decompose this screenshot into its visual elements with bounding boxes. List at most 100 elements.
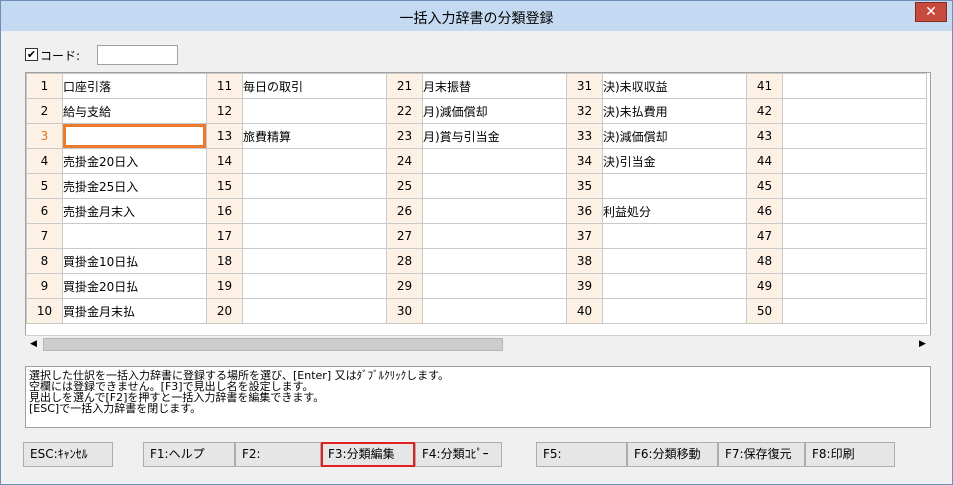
category-number[interactable]: 40 (566, 298, 603, 324)
category-name-cell[interactable]: 決)引当金 (602, 148, 747, 174)
category-number[interactable]: 36 (566, 198, 603, 224)
category-name-cell[interactable] (242, 148, 387, 174)
category-name-cell[interactable] (782, 123, 927, 149)
category-name-cell[interactable]: 月)賞与引当金 (422, 123, 567, 149)
category-number[interactable]: 50 (746, 298, 783, 324)
category-number[interactable]: 12 (206, 98, 243, 124)
category-name-cell[interactable]: 売掛金25日入 (62, 173, 207, 199)
code-checkbox[interactable]: ✔ (25, 48, 38, 61)
category-name-editor[interactable] (62, 123, 207, 149)
category-number[interactable]: 21 (386, 73, 423, 99)
category-name-cell[interactable] (602, 173, 747, 199)
category-number[interactable]: 28 (386, 248, 423, 274)
category-name-cell[interactable]: 毎日の取引 (242, 73, 387, 99)
category-name-cell[interactable]: 口座引落 (62, 73, 207, 99)
category-name-cell[interactable] (782, 98, 927, 124)
category-name-cell[interactable]: 買掛金10日払 (62, 248, 207, 274)
category-name-cell[interactable] (62, 223, 207, 249)
category-number[interactable]: 31 (566, 73, 603, 99)
category-number[interactable]: 47 (746, 223, 783, 249)
category-number[interactable]: 17 (206, 223, 243, 249)
category-number[interactable]: 19 (206, 273, 243, 299)
category-number[interactable]: 43 (746, 123, 783, 149)
category-number[interactable]: 3 (26, 123, 63, 149)
category-number[interactable]: 48 (746, 248, 783, 274)
category-number[interactable]: 5 (26, 173, 63, 199)
category-number[interactable]: 26 (386, 198, 423, 224)
category-name-cell[interactable]: 月末振替 (422, 73, 567, 99)
f8-print-button[interactable]: F8:印刷 (805, 442, 895, 467)
category-number[interactable]: 41 (746, 73, 783, 99)
category-name-cell[interactable] (782, 73, 927, 99)
category-name-cell[interactable] (602, 223, 747, 249)
category-name-cell[interactable] (782, 273, 927, 299)
category-number[interactable]: 30 (386, 298, 423, 324)
category-number[interactable]: 35 (566, 173, 603, 199)
category-number[interactable]: 39 (566, 273, 603, 299)
category-name-cell[interactable]: 決)未収収益 (602, 73, 747, 99)
category-number[interactable]: 37 (566, 223, 603, 249)
esc-cancel-button[interactable]: ESC:ｷｬﾝｾﾙ (23, 442, 113, 467)
scroll-right-button[interactable]: ▶ (914, 336, 931, 353)
category-number[interactable]: 11 (206, 73, 243, 99)
category-number[interactable]: 22 (386, 98, 423, 124)
category-name-cell[interactable] (422, 223, 567, 249)
category-number[interactable]: 6 (26, 198, 63, 224)
category-number[interactable]: 18 (206, 248, 243, 274)
category-number[interactable]: 27 (386, 223, 423, 249)
category-name-cell[interactable] (242, 248, 387, 274)
f4-category-copy-button[interactable]: F4:分類ｺﾋﾟｰ (415, 442, 502, 467)
category-name-cell[interactable]: 売掛金月末入 (62, 198, 207, 224)
category-name-cell[interactable] (782, 148, 927, 174)
category-number[interactable]: 16 (206, 198, 243, 224)
category-name-cell[interactable] (242, 173, 387, 199)
category-name-cell[interactable]: 買掛金20日払 (62, 273, 207, 299)
category-number[interactable]: 33 (566, 123, 603, 149)
category-number[interactable]: 32 (566, 98, 603, 124)
category-name-cell[interactable] (422, 148, 567, 174)
category-name-cell[interactable]: 利益処分 (602, 198, 747, 224)
category-number[interactable]: 7 (26, 223, 63, 249)
category-name-cell[interactable] (422, 173, 567, 199)
category-number[interactable]: 9 (26, 273, 63, 299)
category-name-cell[interactable] (242, 98, 387, 124)
category-number[interactable]: 20 (206, 298, 243, 324)
category-number[interactable]: 44 (746, 148, 783, 174)
category-name-cell[interactable] (782, 248, 927, 274)
category-number[interactable]: 42 (746, 98, 783, 124)
close-button[interactable]: ✕ (915, 2, 947, 22)
category-name-cell[interactable] (242, 298, 387, 324)
category-name-cell[interactable] (422, 298, 567, 324)
horizontal-scrollbar[interactable]: ◀ ▶ (25, 335, 931, 353)
category-number[interactable]: 45 (746, 173, 783, 199)
category-name-cell[interactable] (602, 298, 747, 324)
title-bar[interactable]: 一括入力辞書の分類登録 ✕ (1, 1, 952, 31)
category-name-cell[interactable]: 決)減価償却 (602, 123, 747, 149)
category-number[interactable]: 14 (206, 148, 243, 174)
category-number[interactable]: 29 (386, 273, 423, 299)
category-number[interactable]: 38 (566, 248, 603, 274)
category-number[interactable]: 13 (206, 123, 243, 149)
category-name-cell[interactable]: 売掛金20日入 (62, 148, 207, 174)
category-number[interactable]: 24 (386, 148, 423, 174)
category-name-cell[interactable] (422, 273, 567, 299)
category-name-cell[interactable] (422, 198, 567, 224)
f3-category-edit-button[interactable]: F3:分類編集 (321, 442, 415, 467)
category-number[interactable]: 23 (386, 123, 423, 149)
category-number[interactable]: 1 (26, 73, 63, 99)
category-name-cell[interactable]: 決)未払費用 (602, 98, 747, 124)
category-name-cell[interactable]: 旅費精算 (242, 123, 387, 149)
category-name-cell[interactable]: 給与支給 (62, 98, 207, 124)
category-name-cell[interactable] (602, 248, 747, 274)
category-number[interactable]: 49 (746, 273, 783, 299)
category-number[interactable]: 2 (26, 98, 63, 124)
category-name-cell[interactable] (782, 173, 927, 199)
scroll-left-button[interactable]: ◀ (25, 336, 42, 353)
f6-category-move-button[interactable]: F6:分類移動 (627, 442, 718, 467)
f5-button[interactable]: F5: (536, 442, 627, 467)
scroll-thumb[interactable] (43, 338, 503, 351)
category-number[interactable]: 34 (566, 148, 603, 174)
category-name-cell[interactable] (782, 223, 927, 249)
category-name-cell[interactable] (782, 298, 927, 324)
category-name-cell[interactable] (242, 273, 387, 299)
